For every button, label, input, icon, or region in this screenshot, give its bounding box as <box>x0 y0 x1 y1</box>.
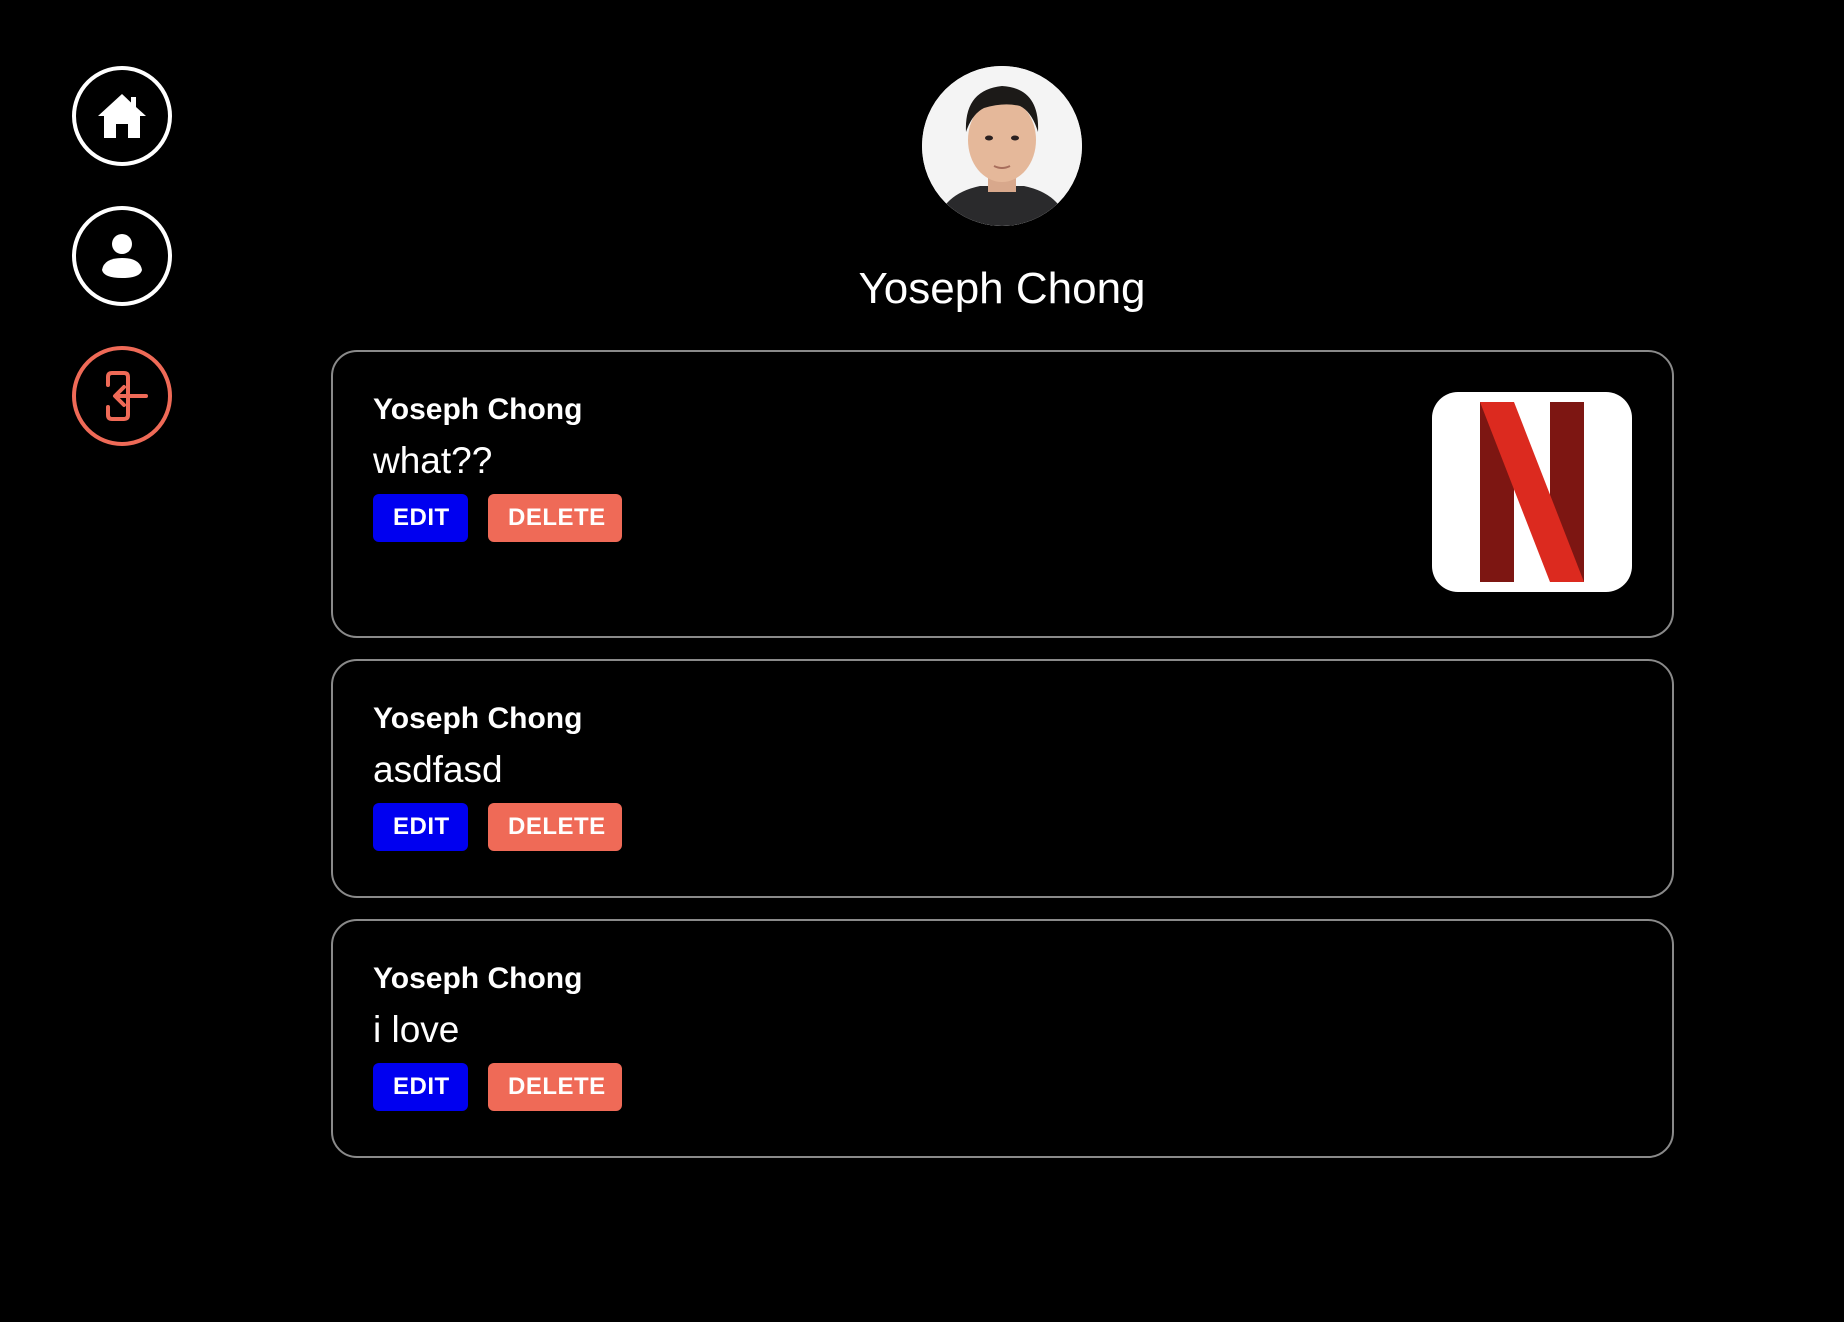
home-icon <box>96 92 148 140</box>
delete-button[interactable]: DELETE <box>488 1063 622 1111</box>
edit-button[interactable]: EDIT <box>373 1063 468 1111</box>
sidebar-item-home[interactable] <box>72 66 172 166</box>
profile-header <box>922 66 1082 226</box>
sidebar-item-profile[interactable] <box>72 206 172 306</box>
netflix-logo <box>1480 402 1584 582</box>
avatar <box>922 66 1082 226</box>
post-author: Yoseph Chong <box>373 962 583 995</box>
post-text: asdfasd <box>373 749 503 790</box>
post-feed: Yoseph Chong what?? EDIT DELETE Yoseph C… <box>331 350 1674 1179</box>
profile-name: Yoseph Chong <box>858 264 1146 313</box>
sidebar-item-logout[interactable] <box>72 346 172 446</box>
logout-icon <box>94 371 150 421</box>
delete-button[interactable]: DELETE <box>488 803 622 851</box>
profile-page: Yoseph Chong Yoseph Chong what?? EDIT DE… <box>0 0 1844 1322</box>
post-image[interactable] <box>1432 392 1632 592</box>
post-actions: EDIT DELETE <box>373 1063 1632 1111</box>
sidebar <box>72 66 172 486</box>
avatar-photo <box>922 66 1082 226</box>
edit-button[interactable]: EDIT <box>373 803 468 851</box>
post-card: Yoseph Chong asdfasd EDIT DELETE <box>331 659 1674 898</box>
post-card: Yoseph Chong i love EDIT DELETE <box>331 919 1674 1158</box>
post-card: Yoseph Chong what?? EDIT DELETE <box>331 350 1674 638</box>
delete-button[interactable]: DELETE <box>488 494 622 542</box>
edit-button[interactable]: EDIT <box>373 494 468 542</box>
post-author: Yoseph Chong <box>373 702 583 735</box>
post-text: i love <box>373 1009 460 1050</box>
post-actions: EDIT DELETE <box>373 803 1632 851</box>
user-icon <box>100 232 144 280</box>
